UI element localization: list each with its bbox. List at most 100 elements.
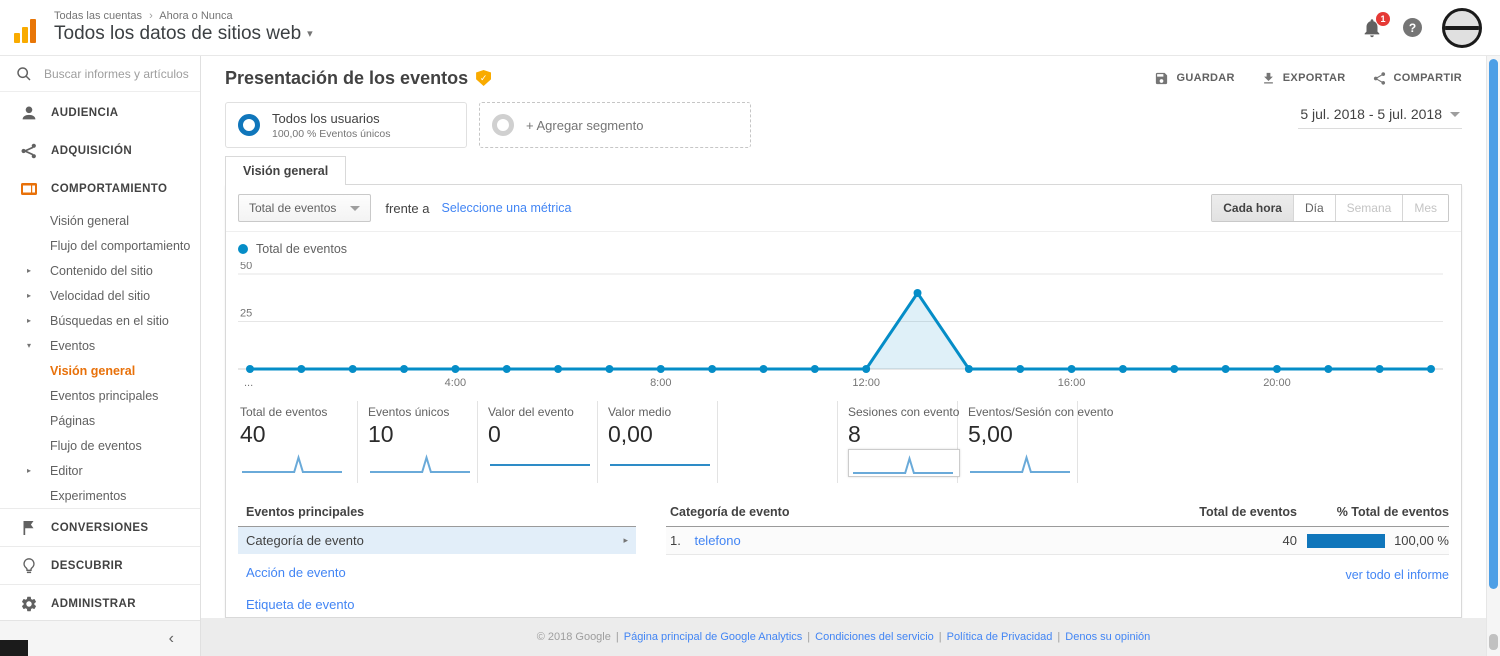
- metric-card-total-eventos[interactable]: Total de eventos 40: [238, 401, 358, 483]
- analytics-app: Todas las cuentas › Ahora o Nunca Todos …: [0, 0, 1500, 656]
- sidebar-item-contenido-del-sitio[interactable]: ▸Contenido del sitio: [0, 258, 200, 283]
- granularity-switcher: Cada hora Día Semana Mes: [1211, 194, 1449, 222]
- sidebar-item-audiencia[interactable]: AUDIENCIA: [0, 94, 200, 132]
- collapse-arrow-icon: ▾: [27, 341, 31, 350]
- events-table: Categoría de evento Total de eventos % T…: [666, 501, 1449, 618]
- sidebar-item-paginas[interactable]: Páginas: [0, 408, 200, 433]
- granularity-week-button: Semana: [1335, 195, 1403, 221]
- events-section: Eventos principales Categoría de evento …: [238, 501, 1449, 618]
- sidebar-item-flujo-del-comportamiento[interactable]: Flujo del comportamiento: [0, 233, 200, 258]
- sidebar-item-editor[interactable]: ▸Editor: [0, 458, 200, 483]
- footer-link-terms[interactable]: Condiciones del servicio: [815, 631, 934, 643]
- column-header-categoria[interactable]: Categoría de evento: [666, 505, 1167, 519]
- flag-icon: [20, 519, 38, 537]
- sidebar-item-adquisicion[interactable]: ADQUISICIÓN: [0, 132, 200, 170]
- granularity-hourly-button[interactable]: Cada hora: [1212, 195, 1293, 221]
- sidebar-item-conversiones[interactable]: CONVERSIONES: [0, 508, 200, 546]
- sidebar-item-comportamiento[interactable]: COMPORTAMIENTO: [0, 170, 200, 208]
- scrollbar-thumb-secondary[interactable]: [1489, 634, 1498, 650]
- report-card: Total de eventos frente a Seleccione una…: [225, 185, 1462, 618]
- breadcrumb-account[interactable]: Todas las cuentas: [54, 10, 142, 22]
- view-full-report-link[interactable]: ver todo el informe: [1345, 568, 1449, 582]
- help-button[interactable]: ?: [1403, 18, 1422, 37]
- sparkline: [240, 449, 346, 477]
- metric-card-empty-slot: [718, 401, 838, 483]
- metric-card-valor-medio[interactable]: Valor medio 0,00: [598, 401, 718, 483]
- metric-card-eventos-unicos[interactable]: Eventos únicos 10: [358, 401, 478, 483]
- sidebar-item-descubrir[interactable]: DESCUBRIR: [0, 546, 200, 584]
- footer-link-privacy[interactable]: Política de Privacidad: [947, 631, 1053, 643]
- scrollbar-track[interactable]: [1486, 56, 1500, 656]
- caret-down-icon: [1450, 112, 1460, 117]
- metric-dropdown[interactable]: Total de eventos: [238, 194, 371, 222]
- sidebar-item-flujo-de-eventos[interactable]: Flujo de eventos: [0, 433, 200, 458]
- sidebar-nav: AUDIENCIA ADQUISICIÓN COMPORTAMIENTO Vis…: [0, 92, 200, 622]
- sidebar-item-busquedas-en-el-sitio[interactable]: ▸Búsquedas en el sitio: [0, 308, 200, 333]
- save-button[interactable]: GUARDAR: [1154, 71, 1234, 86]
- behavior-icon: [20, 180, 38, 198]
- scrollbar-thumb[interactable]: [1489, 59, 1498, 589]
- granularity-month-button: Mes: [1402, 195, 1448, 221]
- caret-down-icon: [350, 206, 360, 211]
- sidebar-search: [0, 56, 200, 92]
- main-content: Presentación de los eventos ✓ GUARDAR EX…: [201, 56, 1486, 656]
- sidebar-item-eventos[interactable]: ▾Eventos: [0, 333, 200, 358]
- analytics-logo-icon: [14, 13, 44, 43]
- category-link[interactable]: telefono: [694, 533, 740, 548]
- granularity-day-button[interactable]: Día: [1293, 195, 1335, 221]
- vs-label: frente a: [385, 201, 429, 216]
- metric-card-sesiones-con-evento[interactable]: Sesiones con evento 8: [838, 401, 958, 483]
- sparkline: [488, 449, 594, 477]
- sidebar-item-eventos-principales[interactable]: Eventos principales: [0, 383, 200, 408]
- sidebar-item-vision-general-comportamiento[interactable]: Visión general: [0, 208, 200, 233]
- footer-link-feedback[interactable]: Denos su opinión: [1065, 631, 1150, 643]
- svg-text:25: 25: [240, 308, 252, 320]
- sidebar-item-velocidad-del-sitio[interactable]: ▸Velocidad del sitio: [0, 283, 200, 308]
- segment-all-users[interactable]: Todos los usuarios 100,00 % Eventos únic…: [225, 102, 467, 148]
- account-avatar[interactable]: [1442, 8, 1482, 48]
- metric-card-eventos-sesion[interactable]: Eventos/Sesión con evento 5,00: [958, 401, 1078, 483]
- sidebar-collapse-button[interactable]: ‹: [0, 620, 200, 656]
- chevron-right-icon: ▸: [623, 535, 628, 546]
- report-actions: GUARDAR EXPORTAR COMPARTIR: [1154, 71, 1462, 86]
- footer-link-home[interactable]: Página principal de Google Analytics: [624, 631, 803, 643]
- property-title-dropdown[interactable]: Todos los datos de sitios web▾: [54, 23, 313, 45]
- add-segment-button[interactable]: + Agregar segmento: [479, 102, 751, 148]
- expand-arrow-icon: ▸: [27, 466, 31, 475]
- column-header-total[interactable]: Total de eventos: [1167, 505, 1297, 519]
- sidebar-item-eventos-vision-general[interactable]: Visión general: [0, 358, 200, 383]
- sidebar-item-experimentos[interactable]: Experimentos: [0, 483, 200, 508]
- tab-vision-general[interactable]: Visión general: [225, 156, 346, 185]
- notifications-button[interactable]: 1: [1361, 17, 1383, 39]
- sidebar-item-administrar[interactable]: ADMINISTRAR: [0, 584, 200, 622]
- segments-row: Todos los usuarios 100,00 % Eventos únic…: [201, 94, 1486, 152]
- svg-text:12:00: 12:00: [852, 377, 880, 389]
- dimension-accion-de-evento[interactable]: Acción de evento: [238, 559, 636, 586]
- notification-badge: 1: [1376, 12, 1390, 26]
- expand-arrow-icon: ▸: [27, 291, 31, 300]
- acquisition-icon: [20, 142, 38, 160]
- breadcrumb-property[interactable]: Ahora o Nunca: [159, 10, 232, 22]
- date-range-selector[interactable]: 5 jul. 2018 - 5 jul. 2018: [1298, 102, 1462, 129]
- select-metric-link[interactable]: Seleccione una métrica: [442, 201, 572, 215]
- row-rank: 1.: [670, 533, 681, 548]
- svg-text:20:00: 20:00: [1263, 377, 1291, 389]
- dimension-etiqueta-de-evento[interactable]: Etiqueta de evento: [238, 591, 636, 618]
- download-icon: [1261, 71, 1276, 86]
- sidebar: AUDIENCIA ADQUISICIÓN COMPORTAMIENTO Vis…: [0, 56, 201, 656]
- sparkline: [608, 449, 714, 477]
- app-header: Todas las cuentas › Ahora o Nunca Todos …: [0, 0, 1500, 56]
- tab-bar: Visión general: [225, 156, 1462, 185]
- share-button[interactable]: COMPARTIR: [1372, 71, 1463, 86]
- sparkline-selected: [848, 449, 960, 477]
- metric-card-valor-del-evento[interactable]: Valor del evento 0: [478, 401, 598, 483]
- dimension-categoria-de-evento[interactable]: Categoría de evento ▸: [238, 527, 636, 554]
- column-header-percent[interactable]: % Total de eventos: [1297, 505, 1449, 519]
- copyright: © 2018 Google: [537, 631, 611, 643]
- search-input[interactable]: [44, 67, 194, 81]
- export-button[interactable]: EXPORTAR: [1261, 71, 1346, 86]
- breadcrumb-separator: ›: [149, 10, 153, 22]
- legend-label: Total de eventos: [256, 242, 347, 256]
- page-title: Presentación de los eventos: [225, 68, 468, 89]
- percent-bar: [1307, 534, 1385, 548]
